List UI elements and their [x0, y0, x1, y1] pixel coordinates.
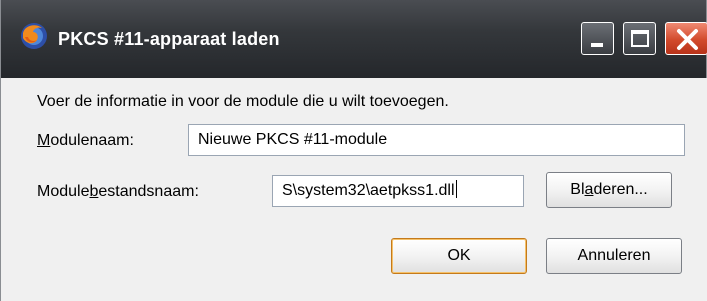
module-file-value: S\system32\aetpkss1.dll	[282, 182, 455, 199]
firefox-icon	[19, 21, 49, 51]
ok-button[interactable]: OK	[391, 238, 527, 274]
window-title: PKCS #11-apparaat laden	[58, 29, 280, 49]
browse-label-prefix: Bl	[570, 181, 585, 198]
text-caret	[455, 180, 457, 198]
title-bar[interactable]: PKCS #11-apparaat laden	[1, 0, 707, 78]
module-name-label: Modulenaam:	[37, 132, 134, 150]
module-name-value: Nieuwe PKCS #11-module	[198, 131, 388, 148]
close-button[interactable]	[665, 22, 707, 55]
minimize-button[interactable]	[581, 22, 614, 55]
minimize-icon	[591, 43, 603, 47]
close-icon	[677, 29, 698, 50]
dialog-window: PKCS #11-apparaat laden Voer de informat…	[0, 0, 707, 301]
module-name-label-suffix: odulenaam:	[50, 132, 134, 149]
maximize-button[interactable]	[623, 22, 656, 55]
module-file-label: Modulebestandsnaam:	[37, 183, 199, 201]
browse-label-suffix: deren...	[593, 181, 648, 198]
instruction-text: Voer de informatie in voor de module die…	[37, 93, 449, 110]
module-file-input[interactable]: S\system32\aetpkss1.dll	[272, 175, 524, 207]
browse-button[interactable]: Bladeren...	[546, 172, 672, 208]
cancel-button[interactable]: Annuleren	[546, 238, 682, 274]
module-file-label-suffix: estandsnaam:	[98, 183, 199, 200]
module-name-label-accelerator: M	[37, 132, 51, 149]
module-file-label-prefix: Module	[37, 183, 90, 200]
module-name-input[interactable]: Nieuwe PKCS #11-module	[188, 124, 685, 156]
maximize-icon	[631, 30, 649, 47]
